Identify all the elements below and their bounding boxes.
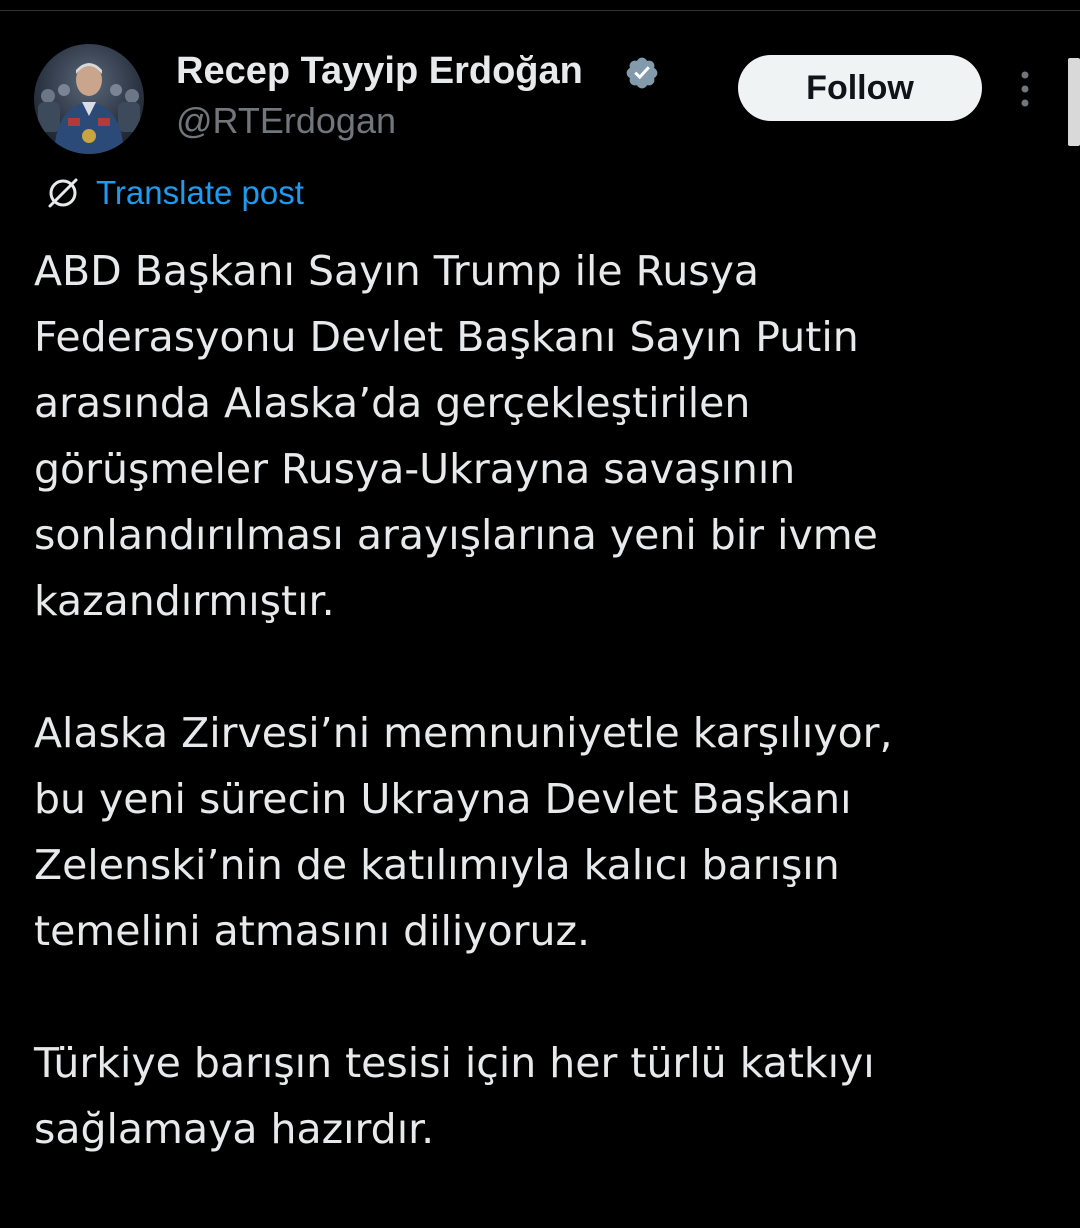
post-line: arasında Alaska’da gerçekleştirilen [34,379,751,427]
more-vertical-icon[interactable] [1014,70,1036,108]
top-divider [0,10,1080,11]
post-paragraph: Türkiye barışın tesisi için her türlü ka… [34,1030,1054,1162]
post-line: Alaska Zirvesi’ni memnuniyetle karşılıyo… [34,709,893,757]
post-paragraph: ABD Başkanı Sayın Trump ile Rusya Federa… [34,238,1054,634]
post-line: sonlandırılması arayışlarına yeni bir iv… [34,511,878,559]
post-line: kazandırmıştır. [34,577,335,625]
scrollbar[interactable] [1068,58,1080,146]
post-text: ABD Başkanı Sayın Trump ile Rusya Federa… [34,238,1054,1228]
display-name[interactable]: Recep Tayyip Erdoğan [176,46,583,96]
post-line: görüşmeler Rusya-Ukrayna savaşının [34,445,796,493]
post-line: Türkiye barışın tesisi için her türlü ka… [34,1039,875,1087]
profile-photo [38,63,140,154]
globe-icon [48,178,78,208]
handle[interactable]: @RTErdogan [176,98,396,144]
avatar[interactable] [34,44,144,154]
translate-post-link[interactable]: Translate post [44,172,304,214]
post-line: temelini atmasını diliyoruz. [34,907,591,955]
post-line: Federasyonu Devlet Başkanı Sayın Putin [34,313,859,361]
post-paragraph: Alaska Zirvesi’ni memnuniyetle karşılıyo… [34,700,1054,964]
post-line: ABD Başkanı Sayın Trump ile Rusya [34,247,760,295]
follow-button[interactable]: Follow [738,55,982,121]
post-line: sağlamaya hazırdır. [34,1105,435,1153]
post-line: Zelenski’nin de katılımıyla kalıcı barış… [34,841,840,889]
post-line: bu yeni sürecin Ukrayna Devlet Başkanı [34,775,852,823]
translate-label: Translate post [96,174,304,211]
verified-badge-icon [626,57,658,89]
